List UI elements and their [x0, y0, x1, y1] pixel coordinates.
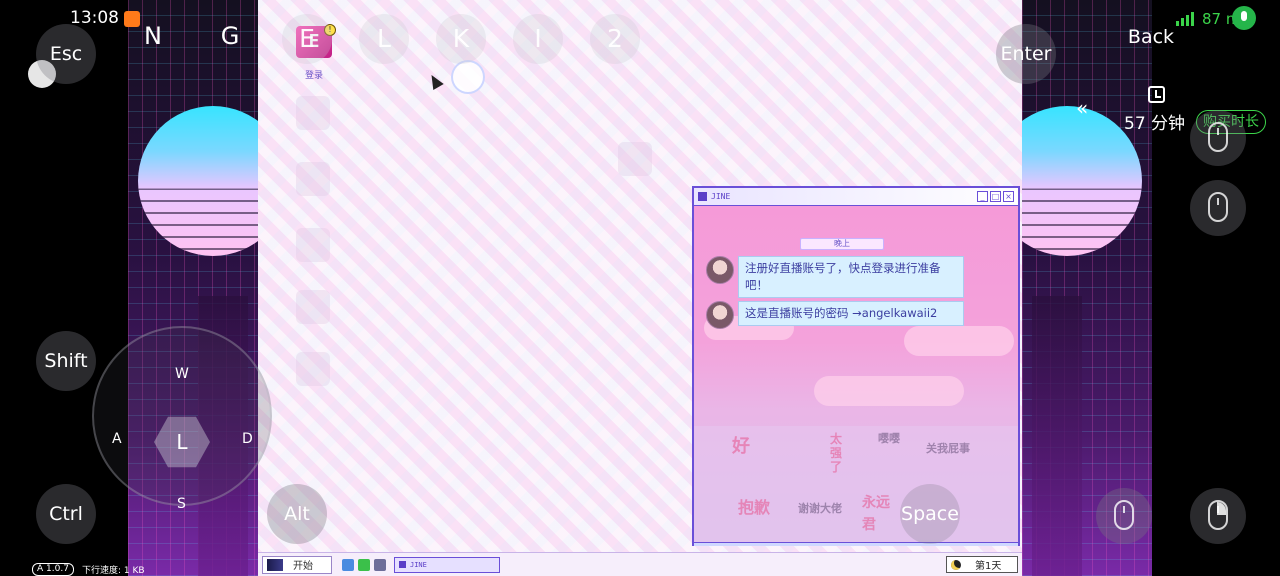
- start-label: 开始: [293, 561, 313, 572]
- key-2[interactable]: 2: [590, 14, 640, 64]
- enter-button[interactable]: Enter: [996, 24, 1056, 84]
- key-i[interactable]: I: [513, 14, 563, 64]
- sticker[interactable]: 永远: [862, 492, 890, 512]
- joystick-right-label: D: [242, 431, 253, 447]
- movement-joystick[interactable]: [92, 326, 272, 506]
- day-indicator: 第1天: [946, 556, 1018, 573]
- left-click-mouse-icon[interactable]: [1096, 488, 1152, 544]
- start-button[interactable]: 开始: [262, 555, 332, 574]
- key-k[interactable]: K: [436, 14, 486, 64]
- message-bubble: 这是直播账号的密码 →angelkawaii2: [738, 301, 964, 326]
- shift-button[interactable]: Shift: [36, 331, 96, 391]
- joystick-down-label: S: [177, 496, 186, 512]
- close-icon[interactable]: ×: [1003, 191, 1014, 202]
- window-statusbar: [694, 542, 1018, 546]
- sticker-panel[interactable]: 好 太强了 嘤嘤 关我屁事 抱歉 谢谢大佬 永远 君: [694, 426, 1018, 546]
- chat-message: 注册好直播账号了，快点登录进行准备吧！: [706, 256, 964, 298]
- joystick-left-label: A: [112, 431, 122, 447]
- right-click-mouse-icon[interactable]: [1190, 488, 1246, 544]
- sticker[interactable]: 谢谢大佬: [798, 500, 842, 516]
- maximize-icon[interactable]: □: [990, 191, 1001, 202]
- signal-icon: [1176, 12, 1194, 26]
- alt-button[interactable]: Alt: [267, 484, 327, 544]
- status-time: 13:08: [70, 8, 119, 28]
- chat-icon[interactable]: [358, 558, 370, 571]
- app-version: A 1.0.7: [32, 563, 74, 576]
- chat-message: 这是直播账号的密码 →angelkawaii2: [706, 301, 964, 329]
- download-speed: 下行速度: 1 KB: [82, 566, 145, 576]
- key-g[interactable]: G: [205, 22, 255, 50]
- ctrl-button[interactable]: Ctrl: [36, 484, 96, 544]
- back-button[interactable]: Back: [1116, 26, 1186, 48]
- avatar: [706, 256, 734, 284]
- touch-indicator: [451, 60, 485, 94]
- joystick-up-label: W: [175, 366, 189, 382]
- window-titlebar[interactable]: JINE _ □ ×: [694, 188, 1018, 206]
- start-logo-icon: [267, 558, 283, 571]
- app-icon: [698, 192, 707, 201]
- remaining-time: 57 分钟: [1124, 114, 1186, 134]
- taskbar-item-jine[interactable]: JINE: [394, 556, 500, 573]
- login-app-label: 登录: [304, 71, 323, 81]
- minimize-icon[interactable]: _: [977, 191, 988, 202]
- screen: E ! 登录 JINE _ □ × 晚上 注册好直播账号了，快点登录进行准备吧！: [0, 0, 1280, 576]
- sticker[interactable]: 关我屁事: [926, 440, 970, 456]
- sticker[interactable]: 嘤嘤: [878, 430, 900, 446]
- space-button[interactable]: Space: [900, 484, 960, 544]
- game-screen[interactable]: E ! 登录 JINE _ □ × 晚上 注册好直播账号了，快点登录进行准备吧！: [258, 0, 1022, 576]
- sticker[interactable]: 抱歉: [738, 494, 770, 518]
- moon-icon: [951, 559, 961, 570]
- key-e[interactable]: E: [282, 14, 332, 64]
- esc-button[interactable]: Esc: [36, 24, 96, 84]
- bird-icon[interactable]: [342, 558, 354, 571]
- microphone-icon[interactable]: [1232, 6, 1256, 30]
- scroll-down-icon[interactable]: [1190, 180, 1246, 236]
- monitor-icon[interactable]: [374, 558, 386, 571]
- sticker[interactable]: 好: [732, 432, 750, 458]
- sticker[interactable]: 君: [862, 514, 876, 534]
- window-title: JINE: [711, 192, 731, 201]
- mouse-cursor-icon: [426, 71, 444, 91]
- key-l[interactable]: L: [359, 14, 409, 64]
- jine-chat-window[interactable]: JINE _ □ × 晚上 注册好直播账号了，快点登录进行准备吧！ 这是直播账号…: [692, 186, 1020, 546]
- app-icon: [399, 561, 406, 568]
- key-n[interactable]: N: [128, 22, 178, 50]
- timer-icon: [1148, 86, 1165, 103]
- avatar: [706, 301, 734, 329]
- time-divider: 晚上: [800, 238, 884, 250]
- scroll-up-icon[interactable]: [1190, 110, 1246, 166]
- chat-body: 晚上 注册好直播账号了，快点登录进行准备吧！ 这是直播账号的密码 →angelk…: [694, 206, 1018, 546]
- message-bubble: 注册好直播账号了，快点登录进行准备吧！: [738, 256, 964, 298]
- taskbar: 开始 JINE 第1天: [258, 552, 1022, 576]
- collapse-arrows-icon[interactable]: «: [1076, 96, 1088, 120]
- sticker[interactable]: 太强了: [830, 432, 844, 474]
